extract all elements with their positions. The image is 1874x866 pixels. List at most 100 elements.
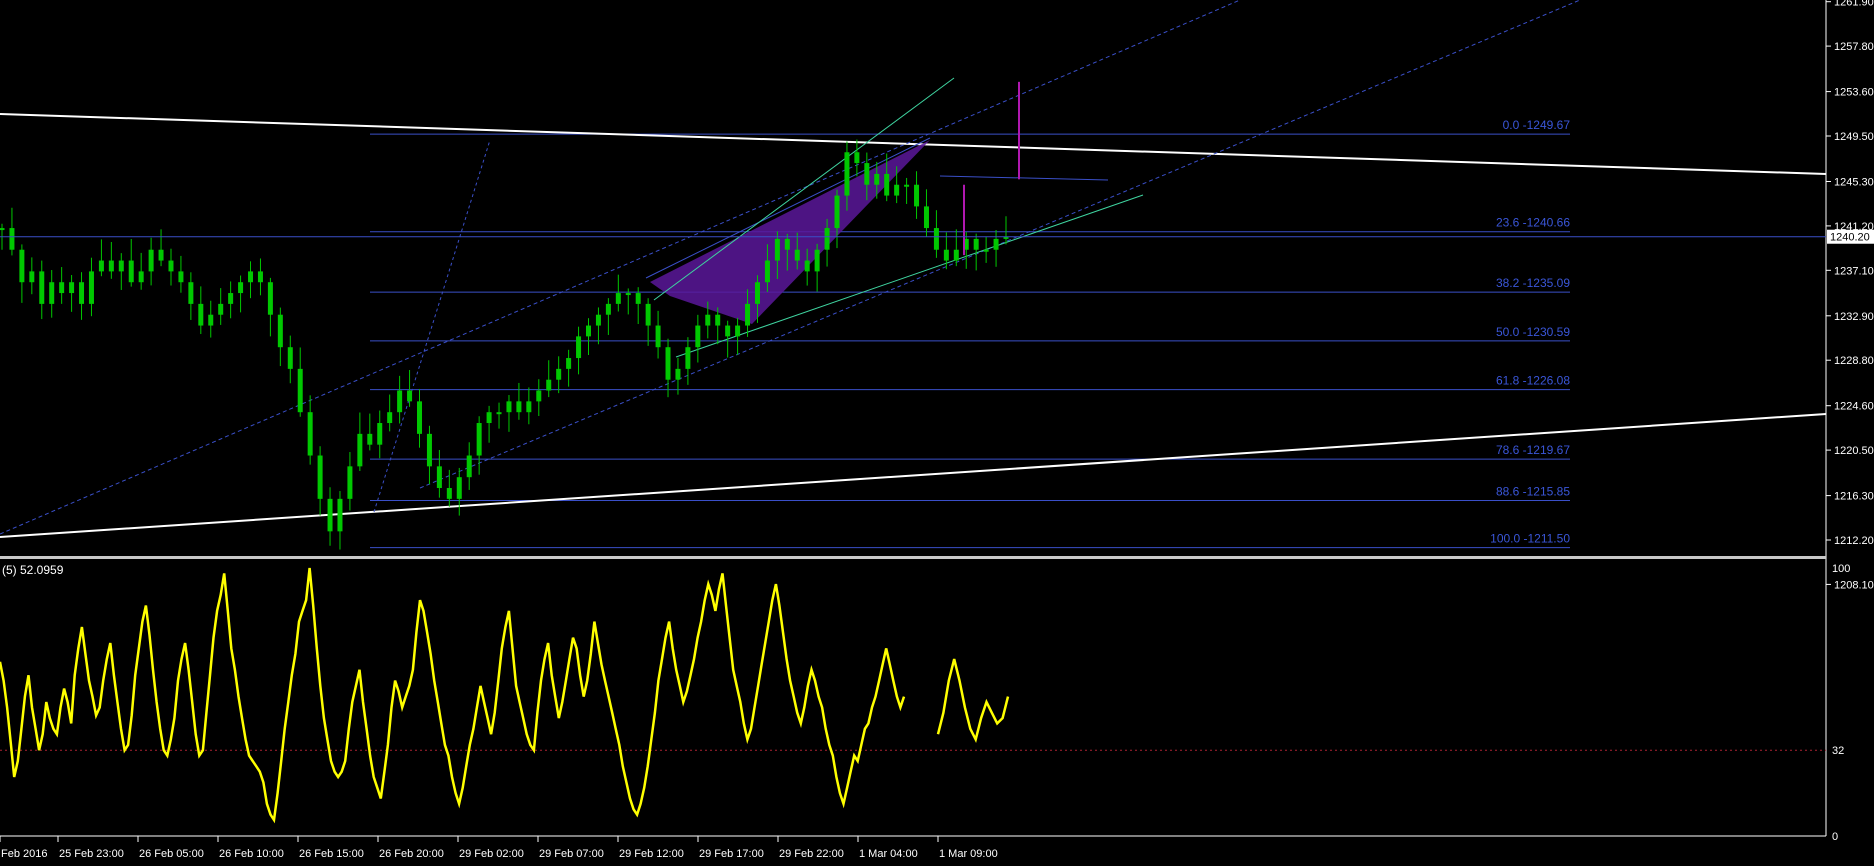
candle-body <box>834 195 840 229</box>
candle-body <box>665 347 671 380</box>
time-tick-label: 26 Feb 10:00 <box>219 848 284 860</box>
candle-body <box>347 466 353 499</box>
candle-body <box>267 282 273 315</box>
candle-body <box>456 477 462 499</box>
candle-body <box>79 282 85 304</box>
candle-body <box>19 249 25 283</box>
candle-body <box>228 293 234 304</box>
candle-body <box>118 260 124 272</box>
candle-body <box>98 260 104 272</box>
candle-body <box>69 282 75 294</box>
time-tick-label: 29 Feb 07:00 <box>539 848 604 860</box>
candle-body <box>844 152 850 196</box>
price-tick-label: 1253.60 <box>1834 87 1874 99</box>
chart-root[interactable]: 0.0 -1249.67 23.6 -1240.66 38.2 -1235.09 50… <box>0 0 1874 861</box>
candle-body <box>735 325 741 337</box>
candle-body <box>804 260 810 272</box>
price-tick-label: 1208.10 <box>1834 579 1874 591</box>
candle-body <box>49 282 55 304</box>
candle-body <box>725 325 731 337</box>
time-tick-label: 26 Feb 05:00 <box>139 848 204 860</box>
panel-separator-bar <box>0 556 1826 559</box>
candle-body <box>446 488 452 499</box>
price-tick-label: 1237.10 <box>1834 265 1874 277</box>
fib-level-label: 78.6 -1219.67 <box>1496 443 1570 457</box>
time-tick-label: 29 Feb 02:00 <box>459 848 524 860</box>
candle-body <box>327 498 333 532</box>
candle-body <box>625 293 631 296</box>
candle-body <box>973 238 979 250</box>
candle-body <box>894 184 900 196</box>
candle-body <box>198 303 204 326</box>
candle-body <box>417 401 423 434</box>
candle-body <box>426 433 432 467</box>
indicator-tick-label: 32 <box>1832 745 1844 757</box>
candle-body <box>218 303 224 315</box>
candle-body <box>655 325 661 348</box>
candle-body <box>188 282 194 304</box>
candle-body <box>953 249 959 261</box>
fib-level-label: 50.0 -1230.59 <box>1496 325 1570 339</box>
candle-body <box>108 260 114 272</box>
candle-body <box>675 368 681 380</box>
panel-separator[interactable] <box>0 556 1826 559</box>
candle-body <box>923 206 929 229</box>
candle-body <box>904 184 910 187</box>
candle-body <box>297 368 303 413</box>
candle-body <box>695 325 701 348</box>
candle-body <box>794 249 800 261</box>
candle-body <box>585 325 591 337</box>
fib-level-label: 61.8 -1226.08 <box>1496 374 1570 388</box>
price-tick-label: 1245.30 <box>1834 176 1874 188</box>
candle-body <box>566 358 572 369</box>
candle-body <box>764 260 770 283</box>
candle-body <box>377 423 383 445</box>
candle-body <box>784 238 790 250</box>
fib-level-label: 88.6 -1215.85 <box>1496 484 1570 498</box>
candle-body <box>277 314 283 348</box>
chart-svg[interactable]: 0.0 -1249.67 23.6 -1240.66 38.2 -1235.09 50… <box>0 0 1874 861</box>
candle-body <box>526 401 532 413</box>
candle-body <box>466 455 472 478</box>
candle-body <box>864 163 870 185</box>
candle-body <box>168 260 174 272</box>
time-tick-label: 26 Feb 15:00 <box>299 848 364 860</box>
time-tick-label: 29 Feb 12:00 <box>619 848 684 860</box>
price-tick-label: 1220.50 <box>1834 445 1874 457</box>
candle-body <box>208 314 214 326</box>
indicator-label: (5) 52.0959 <box>2 563 64 577</box>
candle-body <box>496 412 502 415</box>
candle-body <box>814 249 820 272</box>
price-tick-label: 1224.60 <box>1834 401 1874 413</box>
time-tick-label: 1 Mar 09:00 <box>939 848 998 860</box>
candle-body <box>914 184 920 207</box>
candle-body <box>59 282 65 294</box>
candle-body <box>983 249 989 252</box>
candle-body <box>576 336 582 359</box>
price-tick-label: 1216.30 <box>1834 491 1874 503</box>
fib-level-label: 23.6 -1240.66 <box>1496 216 1570 230</box>
price-tick-label: 1212.20 <box>1834 535 1874 547</box>
indicator-tick-label: 0 <box>1832 831 1838 843</box>
candle-body <box>387 412 393 424</box>
candle-body <box>874 173 880 185</box>
candle-body <box>128 260 134 283</box>
price-tick-label: 1232.90 <box>1834 311 1874 323</box>
candle-body <box>158 249 164 261</box>
candle-body <box>9 228 15 250</box>
candle-body <box>29 271 35 283</box>
candle-body <box>0 228 5 231</box>
time-tick-label: Feb 2016 <box>1 848 47 860</box>
candle-body <box>287 347 293 369</box>
candle-body <box>645 303 651 326</box>
candle-body <box>635 293 641 304</box>
price-tick-label: 1228.80 <box>1834 355 1874 367</box>
candle-body <box>595 314 601 326</box>
candle-body <box>257 271 263 283</box>
candle-body <box>556 368 562 380</box>
candle-body <box>993 238 999 250</box>
current-price-label: 1240.20 <box>1830 232 1870 244</box>
candle-body <box>337 498 343 532</box>
time-tick-label: 26 Feb 20:00 <box>379 848 444 860</box>
candle-body <box>715 314 721 326</box>
